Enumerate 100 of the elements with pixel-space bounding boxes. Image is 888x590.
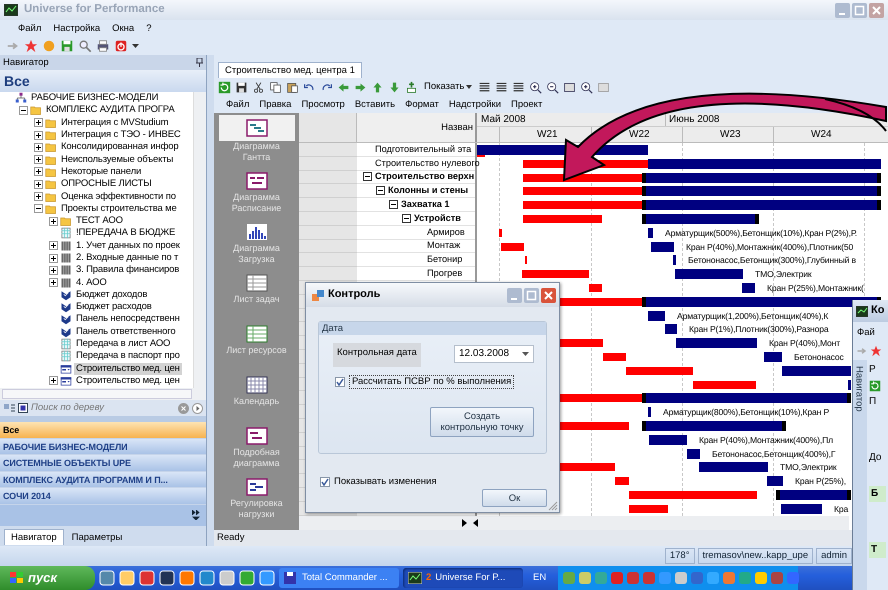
- quick-launch-icon[interactable]: [139, 570, 155, 586]
- scrollbar[interactable]: [2, 389, 192, 399]
- quick-launch-icon[interactable]: [199, 570, 215, 586]
- chevron-icon[interactable]: [192, 510, 200, 520]
- menu-item[interactable]: Вставить: [354, 98, 396, 110]
- horizontal-scrollbar[interactable]: [299, 516, 849, 530]
- refresh-icon[interactable]: [869, 380, 881, 392]
- tree-toggle[interactable]: [49, 278, 58, 288]
- menu-item[interactable]: Просмотр: [301, 98, 345, 110]
- collapse-toggle[interactable]: [402, 214, 411, 223]
- task-name[interactable]: Прогрев: [427, 268, 462, 280]
- tree-toggle[interactable]: [49, 266, 58, 275]
- menu-item[interactable]: Файл: [226, 98, 250, 110]
- checkbox[interactable]: [335, 377, 345, 388]
- tree-item[interactable]: 4. АОО: [74, 276, 109, 289]
- tree-toggle[interactable]: [49, 376, 58, 386]
- tree-toggle[interactable]: [34, 167, 43, 176]
- clear-icon[interactable]: [178, 402, 189, 414]
- up-arrow-icon[interactable]: [371, 80, 384, 94]
- collapse-toggle[interactable]: [363, 172, 372, 182]
- task-name[interactable]: Монтаж: [427, 240, 460, 252]
- tree-item[interactable]: Строительство мед. цен: [74, 374, 182, 387]
- align-icon[interactable]: [512, 80, 526, 94]
- quick-launch-icon[interactable]: [119, 570, 135, 586]
- power-icon[interactable]: [114, 39, 128, 53]
- category-item[interactable]: СИСТЕМНЫЕ ОБЪЕКТЫ UPE: [0, 455, 206, 472]
- star-icon[interactable]: [24, 39, 38, 53]
- left-arrow-icon[interactable]: [337, 80, 350, 94]
- paste-icon[interactable]: [286, 80, 299, 94]
- quick-launch-icon[interactable]: [159, 570, 175, 586]
- menu-item[interactable]: Окна: [112, 22, 134, 34]
- tree-item[interactable]: Консолидированная инфор: [59, 141, 181, 154]
- category-item[interactable]: РАБОЧИЕ БИЗНЕС-МОДЕЛИ: [0, 438, 206, 456]
- schedule-icon[interactable]: [246, 172, 268, 190]
- square-icon[interactable]: [18, 403, 28, 413]
- collapse-toggle[interactable]: [376, 186, 385, 196]
- task-list-icon[interactable]: [246, 274, 268, 292]
- tree-toggle[interactable]: [49, 216, 58, 226]
- scroll-right-icon[interactable]: [459, 518, 469, 528]
- zoom-in-icon[interactable]: [580, 80, 594, 94]
- box-icon[interactable]: [563, 80, 576, 94]
- category-item[interactable]: СОЧИ 2014: [0, 488, 206, 505]
- taskbar-button[interactable]: Total Commander ...: [279, 568, 399, 588]
- quick-launch-icon[interactable]: [259, 570, 275, 586]
- tree-item[interactable]: !ПЕРЕДАЧА В БЮДЖЕ: [74, 227, 178, 240]
- scroll-left-icon[interactable]: [471, 518, 481, 528]
- task-name[interactable]: Строительство верхн: [375, 171, 474, 182]
- tree-toggle[interactable]: [34, 118, 43, 128]
- tree-item[interactable]: Некоторые панели: [59, 166, 144, 178]
- tree-item[interactable]: КОМПЛЕКС АУДИТА ПРОГРА: [44, 104, 177, 116]
- menu-item[interactable]: Правка: [259, 98, 292, 110]
- tree-item[interactable]: Передача в паспорт про: [74, 350, 182, 362]
- tree-item[interactable]: Передача в лист АОО: [74, 338, 172, 350]
- copy-icon[interactable]: [269, 80, 282, 94]
- calendar-icon[interactable]: [246, 376, 268, 394]
- menu-item[interactable]: Надстройки: [448, 98, 501, 110]
- tree-item[interactable]: Строительство мед. цен: [74, 362, 182, 375]
- task-name[interactable]: Подготовительный эта: [375, 144, 472, 155]
- side-tab[interactable]: Навигатор: [853, 366, 864, 412]
- tree-item[interactable]: Проекты строительства ме: [59, 202, 179, 215]
- tree-item[interactable]: Панель ответственного: [74, 326, 178, 338]
- tree-item[interactable]: Интеграция с ТЭО - ИНВЕС: [59, 129, 183, 142]
- task-name[interactable]: Бетонир: [427, 254, 462, 266]
- quick-launch-icon[interactable]: [219, 570, 235, 586]
- tree-toggle[interactable]: [34, 155, 43, 164]
- right-arrow-icon[interactable]: [354, 80, 367, 94]
- refresh-icon[interactable]: [218, 80, 231, 94]
- panel-tab[interactable]: Навигатор: [4, 528, 64, 545]
- quick-launch-icon[interactable]: [179, 570, 195, 586]
- save-icon[interactable]: [235, 80, 248, 94]
- tree-toggle[interactable]: [49, 254, 58, 262]
- tree-item[interactable]: РАБОЧИЕ БИЗНЕС-МОДЕЛИ: [29, 92, 160, 104]
- document-tab[interactable]: Строительство мед. центра 1: [218, 62, 362, 78]
- tree-item[interactable]: Бюджет расходов: [74, 301, 154, 314]
- tree-toggle[interactable]: [34, 180, 43, 189]
- date-dropdown[interactable]: 12.03.2008: [454, 345, 534, 363]
- menu-item[interactable]: Формат: [405, 98, 439, 110]
- menu-item[interactable]: ?: [146, 22, 152, 34]
- tree-toggle[interactable]: [34, 142, 43, 152]
- tree-item[interactable]: 2. Входные данные по т: [74, 252, 180, 264]
- gantt-chart-icon[interactable]: [246, 119, 268, 137]
- caret-icon[interactable]: [132, 44, 139, 48]
- task-name[interactable]: Армиров: [427, 226, 465, 238]
- checkbox-label[interactable]: Рассчитать ПСВР по % выполнения: [349, 375, 514, 389]
- cut-icon[interactable]: [252, 80, 265, 94]
- zoom-out-icon[interactable]: [546, 80, 560, 94]
- detail-chart-icon[interactable]: [246, 427, 268, 445]
- quick-launch-icon[interactable]: [239, 570, 255, 586]
- tree-item[interactable]: Неиспользуемые объекты: [59, 154, 176, 166]
- align-icon[interactable]: [495, 80, 508, 94]
- leveling-chart-icon[interactable]: [246, 478, 268, 496]
- insert-icon[interactable]: [405, 80, 418, 94]
- close-button[interactable]: [541, 288, 556, 302]
- tree-toggle[interactable]: [49, 241, 58, 250]
- tree-toggle[interactable]: [19, 106, 28, 115]
- collapse-toggle[interactable]: [389, 200, 398, 210]
- quick-launch-icon[interactable]: [99, 570, 115, 586]
- down-arrow-icon[interactable]: [388, 80, 401, 94]
- scrollbar[interactable]: [193, 92, 206, 388]
- category-item[interactable]: Все: [0, 422, 206, 439]
